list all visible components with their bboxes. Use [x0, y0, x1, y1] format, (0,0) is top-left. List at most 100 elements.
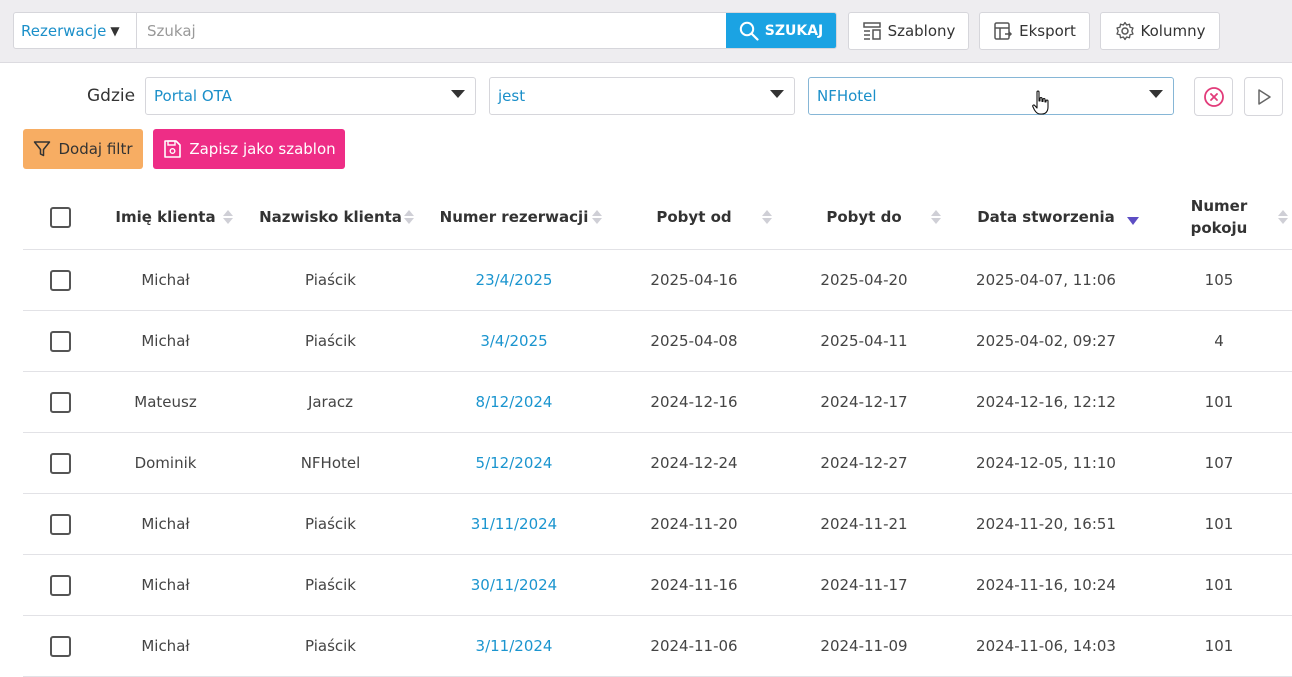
templates-button[interactable]: Szablony [848, 12, 969, 50]
select-all-cell [49, 185, 71, 249]
filter-value-select[interactable]: NFHotel [808, 77, 1174, 115]
sort-indicator[interactable] [1276, 185, 1290, 249]
table-body: Michał Piaścik 23/4/2025 2025-04-16 2025-04-… [23, 250, 1292, 677]
table-row[interactable]: Michał Piaścik 23/4/2025 2025-04-16 2025-04-… [23, 250, 1292, 311]
reservation-link[interactable]: 3/11/2024 [439, 616, 589, 676]
column-header-reservation-number[interactable]: Numer rezerwacji [439, 185, 589, 249]
column-header-label: Nazwisko klienta [259, 208, 402, 226]
filter-operator-select[interactable]: jest [489, 77, 795, 115]
reservation-link[interactable]: 8/12/2024 [439, 372, 589, 432]
search-scope-dropdown[interactable]: Rezerwacje ▼ [14, 13, 137, 48]
table-row[interactable]: Michał Piaścik 3/11/2024 2024-11-06 2024-11-… [23, 616, 1292, 677]
cell-created-date: 2024-12-05, 11:10 [976, 454, 1116, 472]
row-select-cell [49, 555, 71, 615]
cell-last-name: Piaścik [305, 637, 356, 655]
table-row[interactable]: Michał Piaścik 30/11/2024 2024-11-16 2024-11… [23, 555, 1292, 616]
row-checkbox[interactable] [49, 513, 71, 535]
search-icon [739, 21, 759, 41]
clear-filter-icon [1203, 86, 1224, 107]
search-input[interactable] [137, 13, 726, 48]
table-row[interactable]: Michał Piaścik 3/4/2025 2025-04-08 2025-04-1… [23, 311, 1292, 372]
cell-last-name: Piaścik [305, 515, 356, 533]
save-template-label: Zapisz jako szablon [189, 140, 336, 158]
sort-indicator[interactable] [221, 185, 235, 249]
hand-cursor-icon [1032, 90, 1049, 115]
cell-stay-to: 2024-11-21 [820, 515, 908, 533]
reservation-link[interactable]: 23/4/2025 [439, 250, 589, 310]
cell-stay-from: 2024-12-16 [650, 393, 738, 411]
funnel-icon [34, 141, 51, 157]
column-header-last-name[interactable]: Nazwisko klienta [258, 185, 403, 249]
column-header-created-date[interactable]: Data stworzenia [976, 185, 1116, 249]
cell-created-date: 2024-11-16, 10:24 [976, 576, 1116, 594]
sort-descending-indicator[interactable] [1126, 185, 1140, 249]
apply-filter-button[interactable] [1244, 77, 1283, 116]
column-header-label: Numer rezerwacji [439, 208, 589, 226]
cell-stay-to: 2024-12-17 [820, 393, 908, 411]
add-filter-button[interactable]: Dodaj filtr [23, 129, 143, 169]
column-header-first-name[interactable]: Imię klienta [108, 185, 223, 249]
where-label: Gdzie [87, 86, 136, 106]
column-header-stay-from[interactable]: Pobyt od [634, 185, 754, 249]
cell-first-name: Dominik [134, 454, 197, 472]
cell-room-number: 101 [1204, 393, 1234, 411]
row-checkbox[interactable] [49, 635, 71, 657]
cell-stay-to: 2024-11-09 [820, 637, 908, 655]
save-as-template-button[interactable]: Zapisz jako szablon [153, 129, 345, 169]
reservation-link[interactable]: 30/11/2024 [439, 555, 589, 615]
cell-created-date: 2025-04-02, 09:27 [976, 332, 1116, 350]
caret-down-icon [451, 90, 465, 98]
column-header-room-number[interactable]: Numer pokoju [1179, 185, 1259, 249]
columns-button[interactable]: Kolumny [1100, 12, 1220, 50]
row-select-cell [49, 433, 71, 493]
row-checkbox[interactable] [49, 330, 71, 352]
reservation-link[interactable]: 5/12/2024 [439, 433, 589, 493]
sort-indicator[interactable] [402, 185, 416, 249]
reservation-link[interactable]: 31/11/2024 [439, 494, 589, 554]
cell-created-date: 2024-11-06, 14:03 [976, 637, 1116, 655]
export-button[interactable]: Eksport [979, 12, 1090, 50]
row-checkbox[interactable] [49, 391, 71, 413]
cell-stay-to: 2025-04-11 [820, 332, 908, 350]
gear-icon [1115, 21, 1134, 41]
cell-first-name: Michał [141, 637, 190, 655]
reservations-table: Imię klienta Nazwisko klienta Numer reze… [23, 185, 1292, 677]
search-button[interactable]: SZUKAJ [726, 13, 836, 48]
cell-stay-to: 2025-04-20 [820, 271, 908, 289]
caret-down-icon [770, 90, 784, 98]
column-header-label: Numer pokoju [1190, 197, 1248, 237]
templates-button-label: Szablony [887, 22, 956, 40]
cell-room-number: 107 [1204, 454, 1234, 472]
row-checkbox[interactable] [49, 452, 71, 474]
cell-created-date: 2025-04-07, 11:06 [976, 271, 1116, 289]
cell-stay-to: 2024-11-17 [820, 576, 908, 594]
filter-field-select[interactable]: Portal OTA [145, 77, 476, 115]
clear-filter-button[interactable] [1194, 77, 1233, 116]
table-row[interactable]: Mateusz Jaracz 8/12/2024 2024-12-16 2024-12-… [23, 372, 1292, 433]
cell-first-name: Michał [141, 515, 190, 533]
cell-last-name: NFHotel [300, 454, 361, 472]
row-checkbox[interactable] [49, 269, 71, 291]
cell-first-name: Mateusz [134, 393, 197, 411]
cell-last-name: Piaścik [305, 332, 356, 350]
cell-room-number: 101 [1204, 576, 1234, 594]
cell-room-number: 4 [1214, 332, 1224, 350]
table-row[interactable]: Dominik NFHotel 5/12/2024 2024-12-24 2024-12… [23, 433, 1292, 494]
cell-first-name: Michał [141, 576, 190, 594]
cell-room-number: 101 [1204, 637, 1234, 655]
search-button-label: SZUKAJ [764, 22, 824, 39]
row-select-cell [49, 311, 71, 371]
sort-indicator[interactable] [590, 185, 604, 249]
add-filter-label: Dodaj filtr [58, 140, 133, 158]
table-row[interactable]: Michał Piaścik 31/11/2024 2024-11-20 2024-11… [23, 494, 1292, 555]
cell-stay-from: 2024-11-20 [650, 515, 738, 533]
row-checkbox[interactable] [49, 574, 71, 596]
cell-last-name: Jaracz [307, 393, 354, 411]
sort-indicator[interactable] [929, 185, 943, 249]
filter-field-value: Portal OTA [154, 87, 232, 105]
column-header-stay-to[interactable]: Pobyt do [804, 185, 924, 249]
cell-room-number: 101 [1204, 515, 1234, 533]
sort-indicator[interactable] [760, 185, 774, 249]
select-all-checkbox[interactable] [49, 206, 71, 228]
reservation-link[interactable]: 3/4/2025 [439, 311, 589, 371]
